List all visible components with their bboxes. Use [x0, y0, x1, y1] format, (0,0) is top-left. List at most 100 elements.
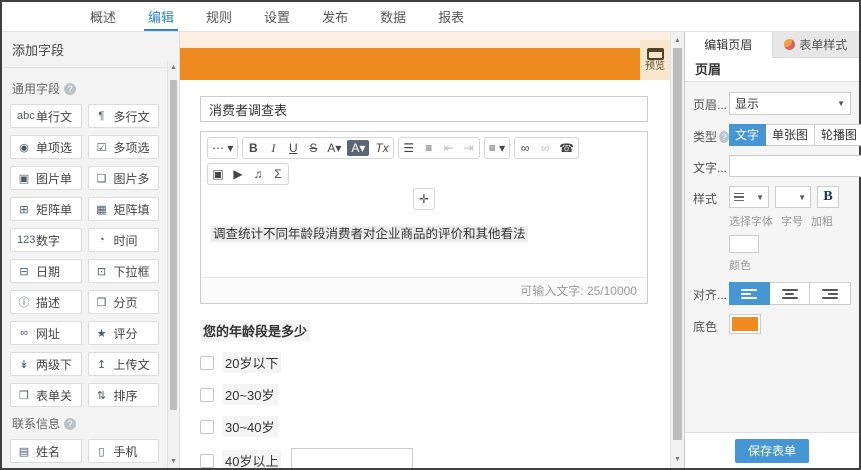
field-url[interactable]: ∞ 网址 — [10, 321, 82, 345]
option-other-input[interactable] — [291, 448, 414, 468]
tab-form-style[interactable]: 表单样式 — [772, 32, 859, 58]
field-checkbox-choice[interactable]: ☑ 多项选 — [87, 135, 159, 159]
bg-color-swatch[interactable] — [729, 314, 761, 334]
help-icon[interactable] — [64, 82, 77, 95]
form-title-input[interactable] — [200, 96, 648, 122]
bold-toggle-button[interactable]: B — [817, 186, 839, 208]
help-icon[interactable] — [64, 417, 77, 430]
option-checkbox[interactable] — [200, 419, 214, 434]
field-single-line-text[interactable]: abc 单行文 — [10, 104, 82, 128]
field-number[interactable]: 123 数字 — [10, 228, 82, 252]
link-button[interactable]: ∞ — [515, 138, 535, 158]
settings-panel: 编辑页眉 表单样式 页眉 页眉... 显示 ▼ 类型 ? 文字 单张图 轮播图 … — [684, 32, 861, 468]
insert-video-button[interactable]: ▶ — [228, 164, 248, 184]
tab-edit-header[interactable]: 编辑页眉 — [685, 32, 773, 58]
nav-tab-settings[interactable]: 设置 — [248, 2, 306, 31]
bg-color-label: 底色 — [693, 320, 718, 334]
nav-tab-overview[interactable]: 概述 — [74, 2, 132, 31]
type-option-single-image[interactable]: 单张图 — [766, 124, 816, 146]
align-right-button[interactable] — [810, 282, 852, 305]
preview-button[interactable]: 预览 — [640, 40, 670, 80]
option-checkbox[interactable] — [200, 355, 214, 370]
phone-link-button[interactable]: ☎ — [555, 138, 578, 158]
header-text-label: 文字... — [693, 161, 728, 175]
insert-image-button[interactable]: ▣ — [208, 164, 228, 184]
header-text-input[interactable] — [729, 155, 861, 177]
help-icon[interactable] — [719, 130, 729, 143]
top-navigation: 概述 编辑 规则 设置 发布 数据 报表 — [2, 2, 859, 32]
field-matrix-fill[interactable]: ▦ 矩阵填 — [87, 197, 159, 221]
field-two-level-dropdown[interactable]: ↡ 两级下 — [10, 352, 82, 376]
form-header-color-bar[interactable] — [180, 48, 640, 80]
scrollbar-thumb[interactable] — [170, 80, 177, 410]
field-type-icon: ▯ — [98, 445, 105, 458]
field-file-upload[interactable]: ↥ 上传文 — [87, 352, 159, 376]
field-image-single-choice[interactable]: ▣ 图片单 — [10, 166, 82, 190]
underline-button[interactable]: U — [283, 138, 303, 158]
nav-tab-data[interactable]: 数据 — [364, 2, 422, 31]
more-options-button[interactable]: ⋯ ▾ — [208, 138, 237, 158]
field-name[interactable]: ▤ 姓名 — [10, 439, 82, 463]
field-dropdown[interactable]: ⊡ 下拉框 — [87, 259, 159, 283]
field-date[interactable]: ⊟ 日期 — [10, 259, 82, 283]
field-image-multi-choice[interactable]: ❏ 图片多 — [87, 166, 159, 190]
font-bg-color-button[interactable]: A▾ — [347, 140, 370, 156]
header-visibility-select[interactable]: 显示 ▼ — [729, 92, 851, 115]
field-mobile[interactable]: ▯ 手机 — [87, 439, 159, 463]
nav-tab-reports[interactable]: 报表 — [422, 2, 480, 31]
type-option-carousel[interactable]: 轮播图 — [815, 124, 861, 146]
field-matrix-single[interactable]: ⊞ 矩阵单 — [10, 197, 82, 221]
nav-tab-rules[interactable]: 规则 — [190, 2, 248, 31]
font-color-button[interactable]: A▾ — [323, 138, 345, 158]
scroll-up-icon[interactable]: ▲ — [671, 34, 684, 47]
font-size-select[interactable]: ▼ — [775, 186, 811, 208]
field-type-icon: ★ — [96, 327, 107, 340]
align-center-button[interactable] — [769, 282, 811, 305]
field-type-icon: ⊞ — [19, 203, 29, 216]
scrollbar-thumb[interactable] — [673, 48, 682, 440]
scroll-down-icon[interactable]: ▼ — [168, 456, 179, 468]
ordered-list-button[interactable]: ☰ — [399, 138, 419, 158]
age-question-block[interactable]: 您的年龄段是多少 20岁以下 20~30岁 30~40岁 40岁以上 — [200, 320, 648, 468]
insert-audio-button[interactable]: ♫ — [248, 164, 268, 184]
italic-button[interactable]: I — [263, 138, 283, 158]
field-form-link[interactable]: ❐ 表单关 — [10, 383, 82, 407]
save-form-button[interactable]: 保存表单 — [735, 438, 809, 463]
form-description-editor[interactable]: 调查统计不同年龄段消费者对企业商品的评价和其他看法 — [201, 215, 647, 277]
nav-tab-publish[interactable]: 发布 — [306, 2, 364, 31]
header-type-segment: 文字 单张图 轮播图 — [729, 124, 861, 146]
bold-button[interactable]: B — [243, 138, 263, 158]
align-lines-icon — [781, 288, 798, 299]
unlink-button[interactable]: ∞ — [535, 138, 555, 158]
strikethrough-button[interactable]: S — [303, 138, 323, 158]
clear-format-button[interactable]: Tx — [371, 138, 392, 158]
font-color-input[interactable] — [729, 235, 759, 253]
font-family-select[interactable]: ▼ — [729, 186, 769, 208]
field-radio-choice[interactable]: ◉ 单项选 — [10, 135, 82, 159]
option-checkbox[interactable] — [200, 453, 214, 468]
sidebar-scrollbar[interactable]: ▲ ▼ — [167, 62, 179, 468]
field-rating[interactable]: ★ 评分 — [87, 321, 159, 345]
field-description[interactable]: ⓘ 描述 — [10, 290, 82, 314]
field-time[interactable]: ◔ 时间 — [87, 228, 159, 252]
canvas-scrollbar[interactable]: ▲ ▼ — [670, 32, 684, 468]
align-left-button[interactable] — [729, 282, 770, 305]
insert-formula-button[interactable]: Σ — [268, 164, 288, 184]
rich-text-editor: ⋯ ▾ B I U S A▾ A▾ Tx ☰ ≡ ⇤ ⇥ ≡ ▾ ∞ ∞ ☎ ▣ ▶ ♫ Σ ✛ 调查统计不… — [200, 131, 648, 304]
outdent-button[interactable]: ⇤ — [439, 138, 459, 158]
option-label: 40岁以上 — [222, 450, 282, 468]
unordered-list-button[interactable]: ≡ — [419, 138, 439, 158]
field-type-icon: ❐ — [19, 389, 29, 402]
field-multi-line-text[interactable]: ¶ 多行文 — [87, 104, 159, 128]
option-checkbox[interactable] — [200, 387, 214, 402]
type-option-text[interactable]: 文字 — [729, 124, 767, 146]
align-dropdown-button[interactable]: ≡ ▾ — [485, 138, 509, 158]
fullscreen-button[interactable]: ✛ — [414, 189, 434, 209]
nav-tab-edit[interactable]: 编辑 — [132, 2, 190, 31]
field-page-break[interactable]: ❒ 分页 — [87, 290, 159, 314]
editor-toolbar: ⋯ ▾ B I U S A▾ A▾ Tx ☰ ≡ ⇤ ⇥ ≡ ▾ ∞ ∞ ☎ ▣ ▶ ♫ Σ — [201, 132, 647, 185]
scroll-up-icon[interactable]: ▲ — [168, 62, 179, 74]
scroll-down-icon[interactable]: ▼ — [671, 453, 684, 466]
indent-button[interactable]: ⇥ — [459, 138, 479, 158]
field-sort[interactable]: ⇅ 排序 — [87, 383, 159, 407]
